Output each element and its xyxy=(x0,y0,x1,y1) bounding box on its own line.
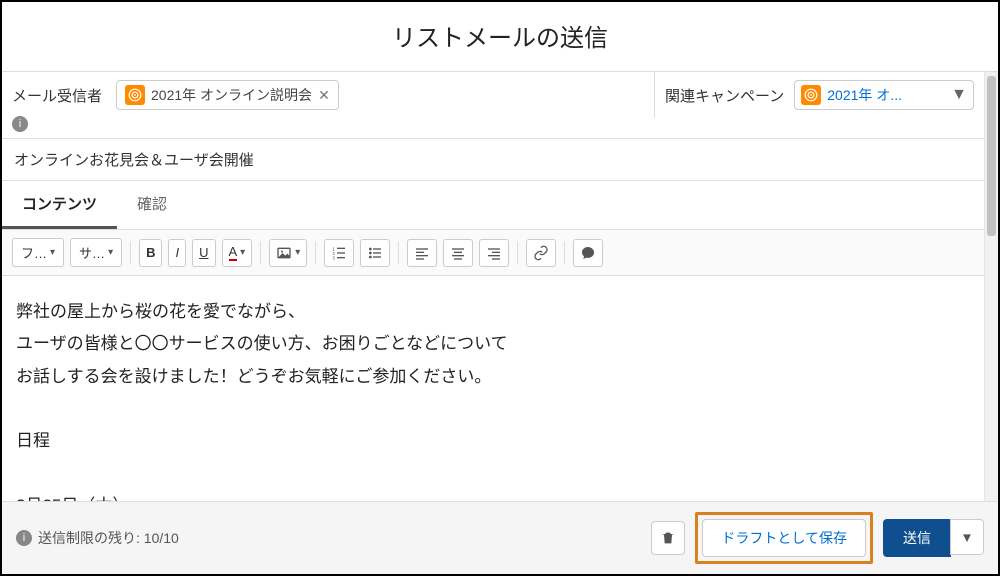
body-row: メール受信者 2021年 オンライン説明会 ✕ i 関連キャンペーン xyxy=(2,72,998,501)
font-size-button[interactable]: サ…▾ xyxy=(70,238,122,267)
separator xyxy=(564,242,565,264)
info-icon[interactable]: i xyxy=(12,116,28,132)
send-button[interactable]: 送信 xyxy=(883,519,951,557)
text-color-button[interactable]: A▾ xyxy=(222,239,253,267)
underline-button[interactable]: U xyxy=(192,239,215,267)
send-options-button[interactable]: ▼ xyxy=(950,519,984,555)
info-icon[interactable]: i xyxy=(16,530,32,546)
body-line: お話しする会を設けました！どうぞお気軽にご参加ください。 xyxy=(16,361,970,393)
body-line: ユーザの皆様と〇〇サービスの使い方、お困りごとなどについて xyxy=(16,328,970,360)
chevron-down-icon: ▼ xyxy=(960,530,973,545)
align-left-button[interactable] xyxy=(407,239,437,267)
campaign-select[interactable]: 2021年 オ... ▼ xyxy=(794,80,974,110)
main-column: メール受信者 2021年 オンライン説明会 ✕ i 関連キャンペーン xyxy=(2,72,984,501)
body-line xyxy=(16,393,970,425)
comment-button[interactable] xyxy=(573,239,603,267)
body-line xyxy=(16,457,970,489)
chevron-down-icon: ▼ xyxy=(951,86,967,104)
page-title: リストメールの送信 xyxy=(2,2,998,72)
bold-button[interactable]: B xyxy=(139,239,162,267)
chip-text: 2021年 オンライン説明会 xyxy=(151,85,312,105)
separator xyxy=(315,242,316,264)
save-draft-button[interactable]: ドラフトとして保存 xyxy=(702,519,866,557)
related-campaign-field: 関連キャンペーン 2021年 オ... ▼ xyxy=(654,72,984,118)
separator xyxy=(130,242,131,264)
compose-window: リストメールの送信 メール受信者 2021年 オンライン説明会 ✕ xyxy=(0,0,1000,576)
body-line: 日程 xyxy=(16,425,970,457)
recipients-label: メール受信者 xyxy=(12,85,102,106)
svg-text:3: 3 xyxy=(333,255,336,260)
tab-confirm[interactable]: 確認 xyxy=(117,181,187,229)
footer: i 送信制限の残り: 10/10 ドラフトとして保存 送信 ▼ xyxy=(2,501,998,574)
editor-toolbar: フ…▾ サ…▾ B I U A▾ ▾ 123 xyxy=(2,230,984,276)
trash-icon xyxy=(660,530,676,546)
ordered-list-button[interactable]: 123 xyxy=(324,239,354,267)
delete-button[interactable] xyxy=(651,521,685,555)
send-button-group: 送信 ▼ xyxy=(883,519,984,557)
font-family-button[interactable]: フ…▾ xyxy=(12,238,64,267)
unordered-list-button[interactable] xyxy=(360,239,390,267)
scroll-thumb[interactable] xyxy=(987,76,996,236)
remove-chip-icon[interactable]: ✕ xyxy=(318,87,330,104)
campaign-label: 関連キャンペーン xyxy=(665,85,784,106)
image-button[interactable]: ▾ xyxy=(269,239,307,267)
subject-field[interactable]: オンラインお花見会＆ユーザ会開催 xyxy=(2,139,984,181)
vertical-scrollbar[interactable] xyxy=(984,72,998,501)
recipients-field[interactable]: メール受信者 2021年 オンライン説明会 ✕ i xyxy=(2,72,654,138)
body-line: 弊社の屋上から桜の花を愛でながら、 xyxy=(16,296,970,328)
link-button[interactable] xyxy=(526,239,556,267)
editor-body[interactable]: 弊社の屋上から桜の花を愛でながら、 ユーザの皆様と〇〇サービスの使い方、お困りご… xyxy=(2,276,984,501)
send-limit-text: 送信制限の残り: 10/10 xyxy=(38,528,179,548)
recipient-chip[interactable]: 2021年 オンライン説明会 ✕ xyxy=(116,80,339,110)
tab-content[interactable]: コンテンツ xyxy=(2,181,117,229)
campaign-selected-text: 2021年 オ... xyxy=(827,85,945,105)
italic-button[interactable]: I xyxy=(168,239,186,267)
tabs: コンテンツ 確認 xyxy=(2,181,984,230)
separator xyxy=(398,242,399,264)
align-center-button[interactable] xyxy=(443,239,473,267)
align-right-button[interactable] xyxy=(479,239,509,267)
campaign-icon xyxy=(125,85,145,105)
campaign-icon xyxy=(801,85,821,105)
separator xyxy=(517,242,518,264)
recipients-row: メール受信者 2021年 オンライン説明会 ✕ i 関連キャンペーン xyxy=(2,72,984,139)
subject-text: オンラインお花見会＆ユーザ会開催 xyxy=(14,152,254,169)
body-line: 3月25日（木） xyxy=(16,490,970,501)
separator xyxy=(260,242,261,264)
highlight-annotation: ドラフトとして保存 xyxy=(695,512,873,564)
